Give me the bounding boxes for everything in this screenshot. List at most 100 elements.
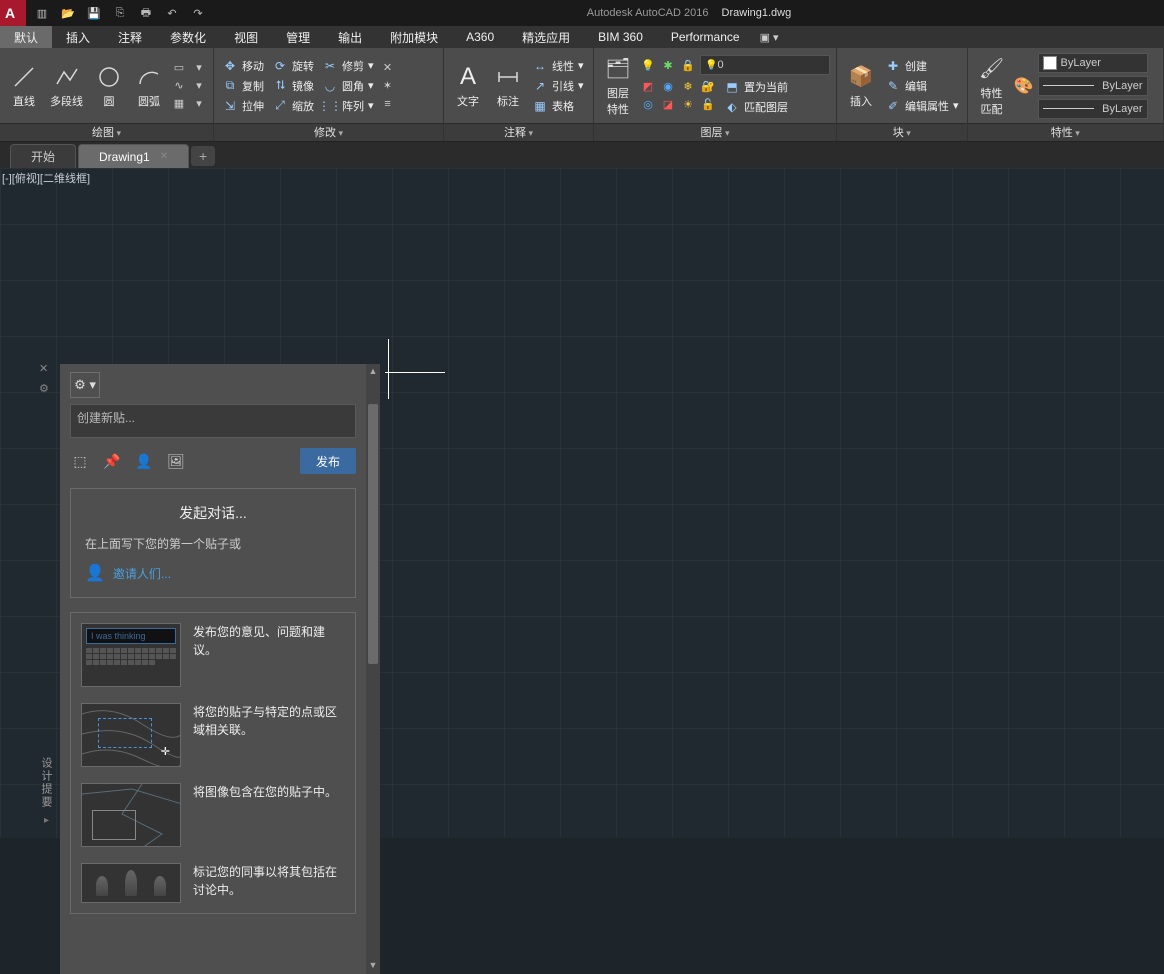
layer-off-icon[interactable]: ◉	[660, 78, 676, 94]
layer-thaw-icon[interactable]: ☀	[680, 96, 696, 112]
add-tab-button[interactable]: +	[191, 146, 215, 166]
tab-parametric[interactable]: 参数化	[156, 26, 220, 48]
dropdown-icon[interactable]: ▾	[191, 60, 207, 76]
lineweight-combo[interactable]: ByLayer	[1038, 76, 1148, 96]
scroll-up-icon[interactable]: ▲	[368, 366, 378, 378]
tab-addins[interactable]: 附加模块	[376, 26, 452, 48]
tab-start[interactable]: 开始	[10, 144, 76, 168]
dimension-button[interactable]: 标注	[490, 61, 526, 111]
scroll-thumb[interactable]	[368, 404, 378, 664]
set-current-layer-button[interactable]: ⬒置为当前	[722, 78, 790, 96]
explode-icon[interactable]: ✶	[380, 78, 396, 94]
insert-block-button[interactable]: 📦插入	[843, 61, 879, 111]
tab-extra[interactable]: ▣ ▾	[754, 26, 785, 48]
tab-featured[interactable]: 精选应用	[508, 26, 584, 48]
image-icon[interactable]: 🖼	[166, 451, 186, 471]
pin-icon[interactable]: 📌	[102, 451, 122, 471]
table-button[interactable]: ▦表格	[530, 97, 586, 115]
edit-attr-button[interactable]: ✐编辑属性 ▾	[883, 97, 961, 115]
panel-draw-title[interactable]: 绘图	[0, 123, 213, 141]
panel-modify-title[interactable]: 修改	[214, 123, 443, 141]
tab-manage[interactable]: 管理	[272, 26, 324, 48]
layer-lock-icon[interactable]: 🔐	[700, 78, 716, 94]
move-button[interactable]: ✥移动	[220, 57, 266, 75]
scroll-down-icon[interactable]: ▼	[368, 960, 378, 972]
tab-a360[interactable]: A360	[452, 26, 508, 48]
tab-drawing1[interactable]: Drawing1✕	[78, 144, 189, 168]
app-menu-icon[interactable]: A	[0, 0, 26, 26]
undo-icon[interactable]: ↶	[164, 5, 180, 21]
lock-icon[interactable]: 🔒	[680, 57, 696, 73]
close-tab-icon[interactable]: ✕	[160, 151, 168, 162]
match-properties-button[interactable]: 🖌特性 匹配	[974, 53, 1010, 119]
tab-output[interactable]: 输出	[324, 26, 376, 48]
rotate-button[interactable]: ⟳旋转	[270, 57, 316, 75]
redo-icon[interactable]: ↷	[190, 5, 206, 21]
dropdown-icon[interactable]: ▾	[191, 78, 207, 94]
fillet-button[interactable]: ◡圆角 ▾	[320, 77, 376, 95]
dropdown-icon[interactable]: ▾	[191, 96, 207, 112]
copy-button[interactable]: ⧉复制	[220, 77, 266, 95]
view-label[interactable]: [-][俯视][二维线框]	[2, 170, 90, 186]
array-button[interactable]: ⋮⋮阵列 ▾	[320, 97, 376, 115]
plot-icon[interactable]: 🖶	[138, 5, 154, 21]
new-icon[interactable]: ▥	[34, 5, 50, 21]
saveas-icon[interactable]: ⎘	[112, 5, 128, 21]
offset-icon[interactable]: ≡	[380, 96, 396, 112]
person-icon[interactable]: 👤	[134, 451, 154, 471]
arc-button[interactable]: 圆弧	[131, 61, 167, 111]
leader-button[interactable]: ↗引线 ▾	[530, 77, 586, 95]
rect-icon[interactable]: ▭	[171, 60, 187, 76]
polyline-button[interactable]: 多段线	[46, 61, 87, 111]
save-icon[interactable]: 💾	[86, 5, 102, 21]
layer-properties-button[interactable]: 🗂图层 特性	[600, 53, 636, 119]
match-layer-button[interactable]: ⬖匹配图层	[722, 98, 790, 116]
color-wheel-icon[interactable]: 🎨	[1014, 76, 1034, 96]
panel-block-title[interactable]: 块	[837, 123, 967, 141]
erase-icon[interactable]: ✕	[380, 60, 396, 76]
bulb-icon[interactable]: 💡	[640, 57, 656, 73]
layer-iso-icon[interactable]: ◩	[640, 78, 656, 94]
spline-icon[interactable]: ∿	[171, 78, 187, 94]
edit-block-button[interactable]: ✎编辑	[883, 77, 961, 95]
create-block-button[interactable]: ✚创建	[883, 57, 961, 75]
palette-scrollbar[interactable]: ▲ ▼	[366, 364, 380, 974]
trim-button[interactable]: ✂修剪 ▾	[320, 57, 376, 75]
tab-performance[interactable]: Performance	[657, 26, 754, 48]
invite-people-link[interactable]: 👤 邀请人们...	[85, 563, 341, 583]
selection-icon[interactable]: ⬚	[70, 451, 90, 471]
linear-button[interactable]: ↔线性 ▾	[530, 57, 586, 75]
layer-freeze-icon[interactable]: ❄	[680, 78, 696, 94]
scale-button[interactable]: ⤢缩放	[270, 97, 316, 115]
palette-pin-icon[interactable]: ⚙	[39, 382, 51, 394]
palette-close-icon[interactable]: ✕	[39, 362, 51, 374]
freeze-icon[interactable]: ✱	[660, 57, 676, 73]
layer-uniso-icon[interactable]: ◪	[660, 96, 676, 112]
layer-combo[interactable]: 0	[700, 55, 830, 75]
palette-collapse-icon[interactable]: ▸	[41, 815, 52, 828]
linetype-combo[interactable]: ByLayer	[1038, 99, 1148, 119]
panel-layers-title[interactable]: 图层	[594, 123, 836, 141]
mirror-button[interactable]: ⮁镜像	[270, 77, 316, 95]
hatch-icon[interactable]: ▦	[171, 96, 187, 112]
tab-annotate[interactable]: 注释	[104, 26, 156, 48]
tab-view[interactable]: 视图	[220, 26, 272, 48]
text-button[interactable]: A文字	[450, 61, 486, 111]
tab-insert[interactable]: 插入	[52, 26, 104, 48]
circle-button[interactable]: 圆	[91, 61, 127, 111]
color-combo[interactable]: ByLayer	[1038, 53, 1148, 73]
publish-button[interactable]: 发布	[300, 448, 356, 474]
create-post-input[interactable]: 创建新贴...	[70, 404, 356, 438]
palette-settings-button[interactable]: ⚙ ▾	[70, 372, 100, 398]
line-button[interactable]: 直线	[6, 61, 42, 111]
layer-unlock-icon[interactable]: 🔓	[700, 96, 716, 112]
tab-bim360[interactable]: BIM 360	[584, 26, 657, 48]
tip-item: ✛ 将您的贴子与特定的点或区域相关联。	[81, 703, 345, 767]
panel-properties-title[interactable]: 特性	[968, 123, 1163, 141]
layer-on-icon[interactable]: ◎	[640, 96, 656, 112]
panel-annotation-title[interactable]: 注释	[444, 123, 593, 141]
open-icon[interactable]: 📂	[60, 5, 76, 21]
stretch-button[interactable]: ⇲拉伸	[220, 97, 266, 115]
tab-default[interactable]: 默认	[0, 26, 52, 48]
drawing-area[interactable]: [-][俯视][二维线框] ✕ ⚙ 设计提要▸ ⚙ ▾ 创建新贴... ⬚ 📌 …	[0, 168, 1164, 838]
